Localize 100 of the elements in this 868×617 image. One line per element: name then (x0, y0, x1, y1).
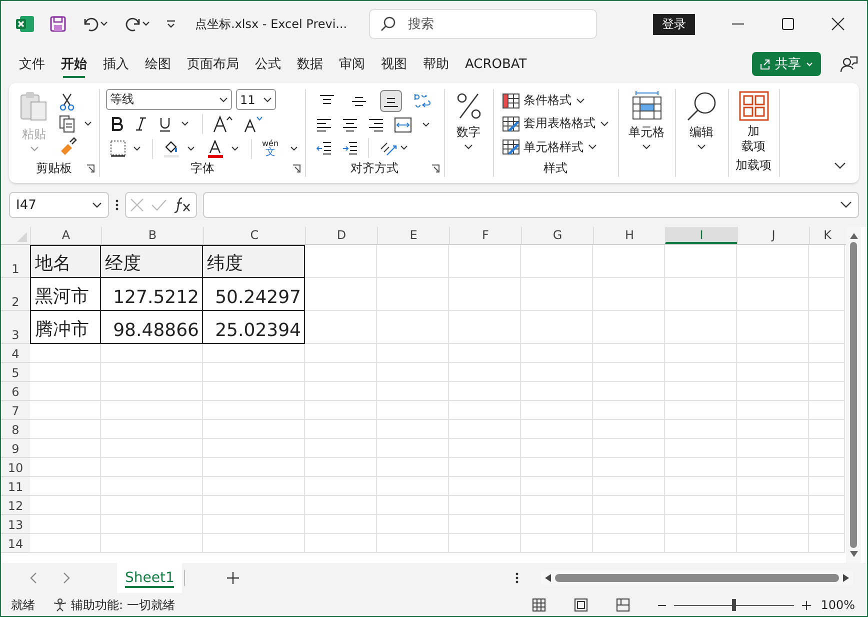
add-sheet-icon[interactable] (227, 572, 240, 584)
login-button[interactable]: 登录 (653, 14, 696, 34)
next-sheet-icon[interactable] (61, 572, 71, 584)
ribbon-tab[interactable]: 帮助 (415, 51, 457, 77)
dialog-launcher-icon[interactable] (86, 164, 95, 173)
phonetic-guide-icon[interactable]: wén 文 (262, 140, 279, 158)
zoom-in-icon[interactable] (802, 600, 811, 610)
align-center-icon[interactable] (342, 118, 358, 132)
scroll-right-icon[interactable] (843, 574, 849, 582)
column-header[interactable]: J (737, 227, 809, 244)
row-header[interactable]: 2 (1, 278, 30, 311)
font-color-icon[interactable] (207, 140, 241, 158)
row-header[interactable]: 13 (1, 515, 30, 534)
column-header[interactable]: G (521, 227, 593, 244)
normal-view-icon[interactable] (532, 598, 546, 612)
row-header[interactable]: 9 (1, 439, 30, 458)
fill-color-icon[interactable] (163, 140, 197, 158)
row-header[interactable]: 7 (1, 401, 30, 420)
decrease-font-size-icon[interactable] (243, 115, 263, 134)
increase-indent-icon[interactable] (342, 141, 358, 156)
row-header[interactable]: 8 (1, 420, 30, 439)
cells-button[interactable]: 单元格 (624, 89, 669, 152)
previous-sheet-icon[interactable] (29, 572, 39, 584)
bold-icon[interactable] (110, 116, 124, 132)
scroll-up-icon[interactable] (850, 233, 858, 239)
name-box[interactable]: I47 (9, 192, 109, 218)
expand-icon[interactable] (840, 201, 852, 209)
page-break-preview-icon[interactable] (616, 598, 630, 612)
ribbon-tab[interactable]: 数据 (289, 51, 331, 77)
accessibility-icon[interactable] (53, 598, 67, 612)
insert-function-icon[interactable] (174, 197, 192, 213)
scroll-down-icon[interactable] (850, 551, 858, 557)
sheet-tab[interactable]: Sheet1 (117, 563, 182, 593)
ribbon-tab[interactable]: 绘图 (137, 51, 179, 77)
maximize-icon[interactable] (781, 17, 796, 31)
row-header[interactable]: 4 (1, 344, 30, 363)
redo-icon[interactable] (123, 15, 151, 33)
bottom-align-button[interactable] (380, 90, 402, 112)
column-header[interactable]: K (809, 227, 845, 244)
add-ins-button[interactable]: 加 载项 (734, 89, 773, 156)
styles-menu-button[interactable]: 套用表格格式 (500, 114, 612, 134)
font-name-dropdown[interactable]: 等线 (106, 89, 232, 110)
customize-toolbar-icon[interactable] (165, 18, 177, 30)
more-icon[interactable] (115, 199, 119, 211)
page-layout-icon[interactable] (574, 598, 588, 612)
column-header[interactable]: I (665, 227, 737, 244)
column-header[interactable]: E (377, 227, 449, 244)
scrollbar-thumb[interactable] (555, 574, 839, 582)
ribbon-tab[interactable]: ACROBAT (457, 52, 535, 76)
more-icon[interactable] (515, 572, 519, 584)
merge-center-icon[interactable] (394, 116, 432, 133)
ribbon-tab[interactable]: 审阅 (331, 51, 373, 77)
borders-icon[interactable] (110, 140, 142, 158)
percent-icon (454, 91, 483, 121)
column-header[interactable]: B (101, 227, 203, 244)
ribbon-tab[interactable]: 开始 (53, 51, 95, 77)
row-header[interactable]: 5 (1, 363, 30, 382)
accessibility-status[interactable]: 辅助功能: 一切就绪 (71, 596, 175, 614)
row-header[interactable]: 11 (1, 477, 30, 496)
align-left-icon[interactable] (316, 118, 332, 132)
font-size-dropdown[interactable]: 11 (236, 89, 276, 110)
increase-font-size-icon[interactable] (213, 115, 233, 134)
close-icon[interactable] (831, 17, 846, 31)
ribbon-tab[interactable]: 文件 (11, 51, 53, 77)
column-header[interactable]: F (449, 227, 521, 244)
ribbon-tab[interactable]: 页面布局 (179, 51, 247, 77)
row-header[interactable]: 3 (1, 311, 30, 344)
column-header[interactable]: C (203, 227, 305, 244)
row-header[interactable]: 12 (1, 496, 30, 515)
column-header[interactable]: D (305, 227, 377, 244)
formula-input[interactable] (203, 192, 859, 218)
ribbon-tab[interactable]: 公式 (247, 51, 289, 77)
caret-icon[interactable] (288, 144, 299, 153)
decrease-indent-icon[interactable] (316, 141, 332, 156)
styles-menu-button[interactable]: 条件格式 (500, 91, 612, 110)
save-icon[interactable] (49, 15, 67, 33)
copy-icon[interactable] (59, 115, 93, 133)
zoom-level[interactable]: 100% (820, 598, 855, 612)
editing-button[interactable]: 编辑 (682, 89, 722, 152)
styles-menu-button[interactable]: 单元格样式 (500, 138, 612, 157)
scrollbar-thumb[interactable] (850, 242, 857, 548)
cut-icon[interactable] (59, 93, 75, 111)
ribbon-tab[interactable]: 插入 (95, 51, 137, 77)
row-header[interactable]: 14 (1, 534, 30, 553)
row-header[interactable]: 10 (1, 458, 30, 477)
row-header[interactable]: 6 (1, 382, 30, 401)
row-header[interactable]: 1 (1, 245, 30, 278)
scroll-left-icon[interactable] (545, 574, 551, 582)
align-right-icon[interactable] (368, 118, 384, 132)
dialog-launcher-icon[interactable] (430, 164, 440, 173)
dialog-launcher-icon[interactable] (292, 164, 301, 173)
format-painter-icon[interactable] (59, 137, 77, 155)
share-button[interactable]: 共享 (752, 52, 821, 76)
italic-icon[interactable] (134, 116, 148, 132)
comments-icon[interactable] (839, 54, 859, 74)
ribbon-tab[interactable]: 视图 (373, 51, 415, 77)
search-field[interactable]: 搜索 (369, 9, 598, 39)
number-format-button[interactable]: 数字 (450, 89, 487, 152)
collapse-ribbon-icon[interactable] (833, 161, 847, 171)
column-header[interactable]: A (30, 227, 101, 244)
